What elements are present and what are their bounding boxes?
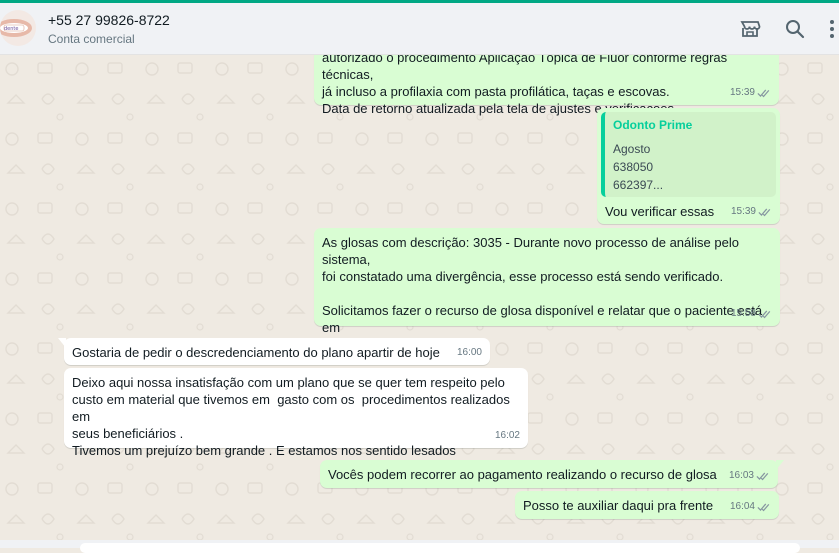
- bubble-tail: [58, 338, 66, 348]
- double-check-read-icon: [757, 89, 770, 97]
- message-text: Gostaria de pedir o descredenciamento do…: [72, 345, 440, 360]
- quoted-line: 638050: [613, 160, 654, 174]
- quoted-line: Agosto: [613, 142, 651, 156]
- double-check-read-icon: [757, 503, 770, 511]
- contact-avatar[interactable]: dente: [0, 10, 36, 46]
- message-time: 16:00: [456, 347, 482, 358]
- message-meta: 15:58: [731, 305, 772, 322]
- menu-kebab-icon[interactable]: [820, 17, 839, 41]
- message-text: Vou verificar essas: [605, 204, 715, 219]
- message-meta: 16:00: [457, 344, 482, 361]
- message-time: 16:04: [729, 501, 755, 512]
- message-time: 15:39: [729, 87, 755, 98]
- search-icon[interactable]: [783, 17, 807, 41]
- bubble-tail: [776, 460, 784, 470]
- message-incoming[interactable]: Gostaria de pedir o descredenciamento do…: [58, 338, 490, 365]
- message-meta: 15:39: [731, 203, 772, 220]
- message-input[interactable]: [80, 543, 800, 553]
- message-incoming[interactable]: Deixo aqui nossa insatisfação com um pla…: [64, 368, 528, 458]
- quoted-line: 662397...: [613, 178, 664, 192]
- message-meta: 16:04: [730, 498, 771, 515]
- double-check-read-icon: [756, 472, 769, 480]
- message-text: Vocês podem recorrer ao pagamento realiz…: [328, 467, 717, 482]
- message-outgoing[interactable]: Posso te auxiliar daqui pra frente 16:04: [515, 491, 779, 519]
- message-time: 16:03: [728, 470, 754, 481]
- message-time: 15:39: [730, 206, 756, 217]
- message-text: Deixo aqui nossa insatisfação com um pla…: [72, 375, 510, 458]
- catalog-shop-icon[interactable]: [738, 17, 762, 41]
- contact-subtitle: Conta comercial: [48, 32, 135, 46]
- conversation-panel[interactable]: autorizado o procedimento Aplicação Tópi…: [0, 55, 839, 540]
- message-meta: 16:02: [495, 427, 520, 444]
- double-check-read-icon: [758, 208, 771, 216]
- message-time: 16:02: [494, 430, 520, 441]
- double-check-read-icon: [758, 310, 771, 318]
- message-time: 15:58: [730, 308, 756, 319]
- message-outgoing[interactable]: As glosas com descrição: 3035 - Durante …: [314, 228, 780, 352]
- svg-text:dente: dente: [4, 26, 18, 32]
- message-outgoing[interactable]: autorizado o procedimento Aplicação Tópi…: [314, 55, 779, 116]
- quoted-author: Odonto Prime: [613, 118, 693, 132]
- message-meta: 15:39: [730, 84, 771, 101]
- contact-name[interactable]: +55 27 99826-8722: [48, 12, 170, 28]
- message-outgoing[interactable]: Vocês podem recorrer ao pagamento realiz…: [320, 460, 784, 488]
- message-text: As glosas com descrição: 3035 - Durante …: [322, 235, 763, 352]
- message-meta: 16:03: [729, 467, 770, 484]
- message-outgoing-reply[interactable]: Odonto Prime Agosto 638050 662397... Vou…: [597, 108, 780, 224]
- chat-header: dente +55 27 99826-8722 Conta comercial: [0, 3, 839, 55]
- quoted-message[interactable]: Odonto Prime Agosto 638050 662397...: [601, 112, 776, 197]
